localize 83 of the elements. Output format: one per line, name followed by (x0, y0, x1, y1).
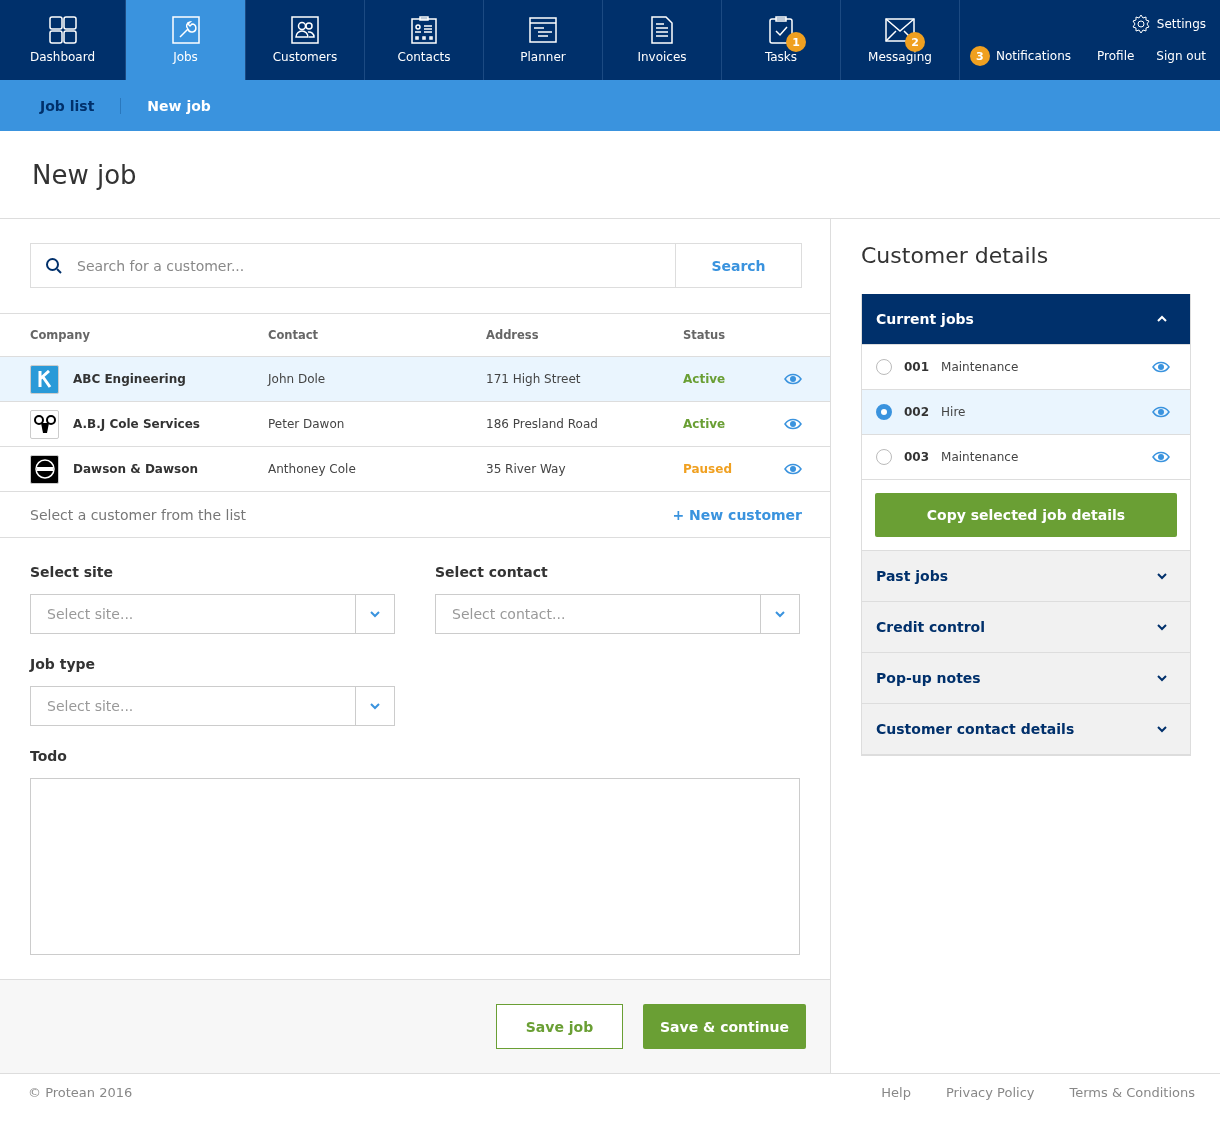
contact-cell-text: Anthoney Cole (268, 462, 357, 476)
nav-label: Planner (520, 50, 566, 64)
nav-label: Jobs (173, 50, 198, 64)
company-name: Dawson & Dawson (73, 462, 198, 476)
job-number: 003 (904, 450, 930, 464)
column-header: Address (486, 328, 540, 342)
settings-icon (1130, 14, 1151, 34)
chevron-down-icon (1156, 674, 1168, 682)
chevron-down-icon (1156, 725, 1168, 733)
company-name: ABC Engineering (73, 372, 186, 386)
planner-icon (528, 16, 558, 44)
contact-cell-text: John Dole (268, 372, 327, 386)
subnav-tab[interactable]: Job list (40, 97, 122, 114)
eye-icon[interactable] (1152, 361, 1170, 373)
count-badge: 2 (905, 32, 925, 52)
settings-link[interactable]: Settings (1130, 14, 1206, 34)
job-type: Maintenance (941, 360, 1020, 374)
grid-icon (47, 16, 78, 44)
company-name: A.B.J Cole Services (73, 417, 200, 431)
footer-link[interactable]: Privacy Policy (945, 1084, 1035, 1100)
sign-out-link[interactable]: Sign out (1156, 49, 1206, 63)
field-label: Select site (30, 564, 115, 580)
radio-button[interactable] (876, 404, 892, 420)
job-number: 001 (904, 360, 930, 374)
eye-icon[interactable] (784, 373, 802, 385)
column-header: Contact (268, 328, 320, 342)
nav-label: Customers (272, 50, 338, 64)
column-header: Company (30, 328, 91, 342)
eye-icon[interactable] (1152, 451, 1170, 463)
footer-link[interactable]: Terms & Conditions (1069, 1084, 1195, 1100)
company-logo (30, 454, 59, 484)
job-type: Maintenance (941, 450, 1020, 464)
hint-text: Select a customer from the list (30, 506, 247, 523)
count-badge: 3 (969, 46, 990, 66)
field-label: Select contact (435, 564, 549, 580)
chevron-down-icon (774, 610, 786, 618)
company-logo (30, 409, 59, 439)
nav-label: Tasks (764, 50, 798, 64)
nav-label: Contacts (397, 50, 451, 64)
id-card-icon (409, 16, 439, 44)
page-title: New job (0, 131, 1220, 219)
chevron-down-icon (1156, 572, 1168, 580)
profile-link[interactable]: Profile (1097, 49, 1135, 63)
address-cell-text: 186 Presland Road (486, 417, 599, 431)
eye-icon[interactable] (1152, 406, 1170, 418)
radio-button[interactable] (876, 449, 892, 465)
job-number: 002 (904, 405, 930, 419)
column-header: Status (683, 328, 727, 342)
people-icon (290, 16, 320, 44)
field-label: Todo (30, 748, 68, 764)
accordion-header[interactable]: Customer contact details (862, 704, 1190, 755)
accordion-header[interactable]: Pop-up notes (862, 653, 1190, 704)
contact-cell-text: Peter Dawon (268, 417, 346, 431)
nav-label: Dashboard (29, 50, 96, 64)
status-text: Active (683, 417, 727, 431)
address-cell-text: 171 High Street (486, 372, 582, 386)
eye-icon[interactable] (784, 463, 802, 475)
accordion-header[interactable]: Past jobs (862, 551, 1190, 602)
search-icon (45, 256, 63, 275)
count-badge: 1 (786, 32, 806, 52)
chevron-down-icon (369, 702, 381, 710)
copyright-text: © Protean 2016 (28, 1084, 133, 1100)
company-logo (30, 364, 59, 394)
address-cell-text: 35 River Way (486, 462, 567, 476)
nav-label: Invoices (637, 50, 687, 64)
eye-icon[interactable] (784, 418, 802, 430)
accordion-header[interactable]: Credit control (862, 602, 1190, 653)
chevron-up-icon (1156, 315, 1168, 323)
notifications-link[interactable]: 3 Notifications (969, 46, 1072, 66)
accordion-header[interactable]: Current jobs (862, 294, 1190, 345)
status-text: Active (683, 372, 727, 386)
chevron-down-icon (1156, 623, 1168, 631)
customer-row[interactable]: ABC Engineering John Dole 171 High Street Active (0, 357, 830, 402)
wrench-icon (170, 16, 201, 44)
radio-button[interactable] (876, 359, 892, 375)
panel-title: Customer details (861, 243, 1050, 268)
status-text: Paused (683, 462, 733, 476)
chevron-down-icon (369, 610, 381, 618)
footer-link[interactable]: Help (881, 1084, 911, 1100)
job-row[interactable]: 002 Hire (862, 390, 1190, 435)
nav-label: Messaging (868, 50, 932, 64)
field-label: Job type (30, 656, 97, 672)
job-type: Hire (941, 405, 967, 419)
